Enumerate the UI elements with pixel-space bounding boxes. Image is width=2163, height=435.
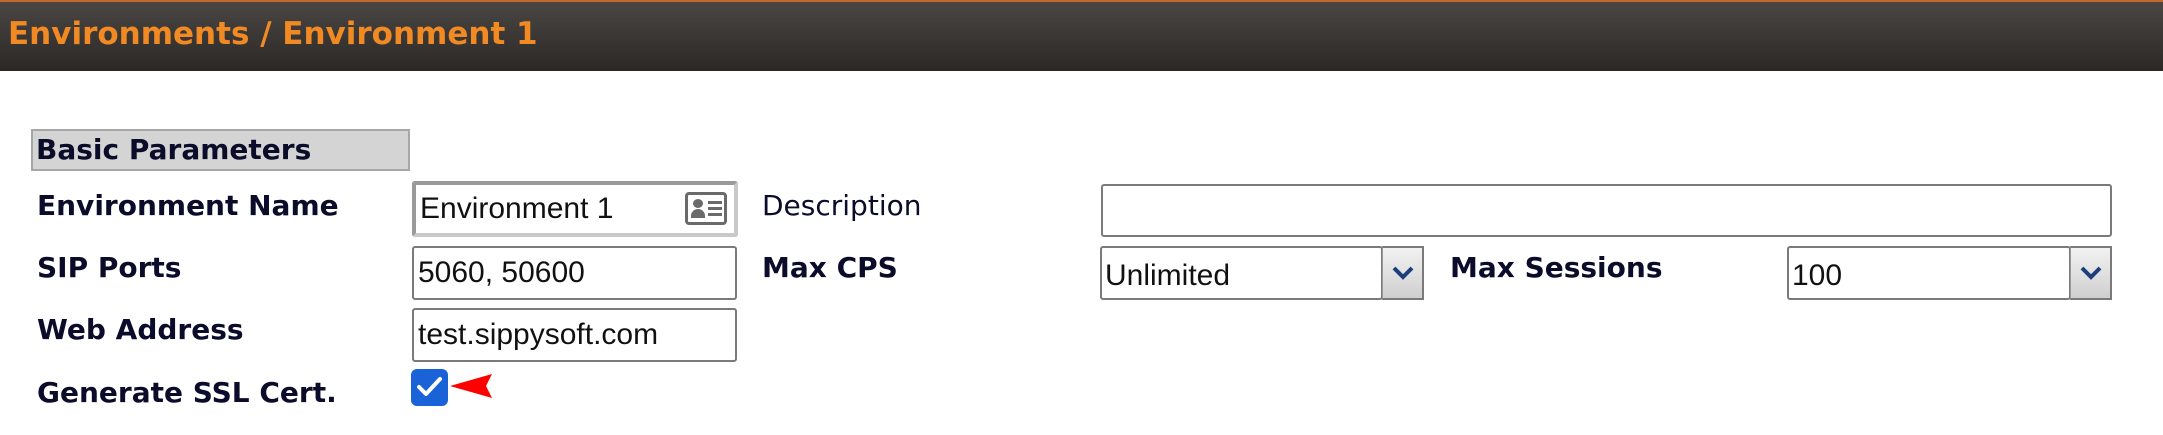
checkmark-icon	[417, 377, 442, 396]
generate-ssl-label: Generate SSL Cert.	[37, 376, 337, 409]
chevron-down-icon	[2080, 266, 2102, 280]
web-address-label: Web Address	[37, 313, 244, 346]
sip-ports-label: SIP Ports	[37, 251, 182, 284]
max-sessions-label: Max Sessions	[1450, 251, 1663, 284]
max-cps-select[interactable]: Unlimited	[1100, 246, 1424, 300]
breadcrumb: Environments / Environment 1	[8, 16, 538, 52]
sip-ports-input[interactable]	[412, 246, 737, 300]
contact-card-icon[interactable]	[685, 192, 727, 225]
max-cps-dropdown-button[interactable]	[1382, 246, 1424, 300]
max-sessions-dropdown-button[interactable]	[2070, 246, 2112, 300]
red-arrow-pointer	[450, 374, 492, 398]
description-input[interactable]	[1101, 184, 2112, 237]
section-title: Basic Parameters	[31, 129, 410, 171]
max-cps-label: Max CPS	[762, 251, 898, 284]
web-address-input[interactable]	[412, 308, 737, 362]
top-header: Environments / Environment 1	[0, 0, 2163, 71]
description-label: Description	[762, 189, 922, 222]
environment-name-label: Environment Name	[37, 189, 339, 222]
max-cps-value[interactable]: Unlimited	[1100, 246, 1383, 300]
max-sessions-value[interactable]: 100	[1787, 246, 2071, 300]
chevron-down-icon	[1392, 266, 1414, 280]
generate-ssl-checkbox[interactable]	[411, 369, 448, 406]
max-sessions-select[interactable]: 100	[1787, 246, 2112, 300]
